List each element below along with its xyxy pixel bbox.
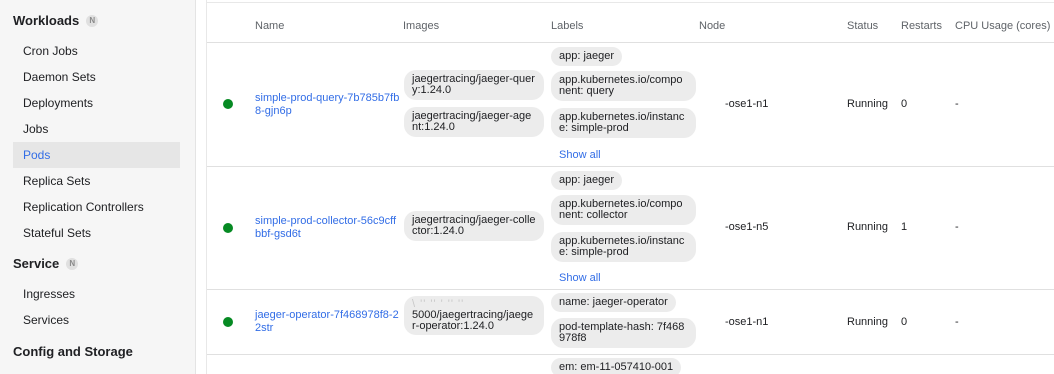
column-header-name[interactable]: Name [255,20,284,32]
sidebar-item-ingresses[interactable]: Ingresses [13,281,180,307]
sidebar-section-workloads-title: Workloads [13,13,80,28]
sidebar-section-config-and-storage[interactable]: Config and Storage [13,344,133,359]
show-all-labels-link[interactable]: Show all [559,149,601,161]
label-chip: app.kubernetes.io/instance: simple-prod [551,108,696,138]
pods-table: Name Images Labels Node Status Restarts … [206,0,1054,374]
image-chip: jaegertracing/jaeger-collector:1.24.0 [404,211,544,241]
image-name: 5000/jaegertracing/jaeger-operator:1.24.… [412,309,534,332]
sidebar-section-config-title: Config and Storage [13,344,133,359]
column-header-labels: Labels [551,20,584,32]
image-chip: \ '' '' ' '' '' 5000/jaegertracing/jaege… [404,296,544,335]
label-chip: pod-template-hash: 7f468978f8 [551,318,696,348]
label-chip: name: jaeger-operator [551,293,676,312]
sidebar-item-services[interactable]: Services [13,307,180,333]
column-header-status[interactable]: Status [847,20,878,32]
cpu-usage: - [955,221,959,233]
sidebar-section-workloads[interactable]: Workloads N [13,13,99,28]
label-chip: app.kubernetes.io/instance: simple-prod [551,232,696,262]
sidebar-section-service[interactable]: Service N [13,256,79,271]
status-running-icon [223,317,233,327]
status-text: Running [847,98,888,110]
sidebar-item-cron-jobs[interactable]: Cron Jobs [13,38,180,64]
pod-name-link[interactable]: simple-prod-collector-56c9cffbbf-gsd6t [255,215,400,241]
row-divider [207,354,1054,355]
restarts-count: 0 [901,316,908,328]
status-text: Running [847,221,888,233]
node-name[interactable]: -ose1-n5 [725,221,768,233]
sidebar-item-deployments[interactable]: Deployments [13,90,180,116]
column-header-cpu-usage[interactable]: CPU Usage (cores) [955,20,1050,32]
sidebar-section-service-title: Service [13,256,60,271]
node-name[interactable]: -ose1-n1 [725,98,768,110]
label-chip: app: jaeger [551,171,623,190]
new-badge: N [66,257,79,270]
row-divider [207,166,1054,167]
sidebar-item-daemon-sets[interactable]: Daemon Sets [13,64,180,90]
show-all-labels-link[interactable]: Show all [559,272,601,284]
sidebar-item-stateful-sets[interactable]: Stateful Sets [13,220,180,246]
image-chip: jaegertracing/jaeger-query:1.24.0 [404,70,544,100]
label-chip: em: em-11-057410-001 [551,358,682,374]
label-chip: app: jaeger [551,47,623,66]
node-name[interactable]: -ose1-n1 [725,316,768,328]
image-chip: jaegertracing/jaeger-agent:1.24.0 [404,107,544,137]
sidebar-nav: Workloads N Cron Jobs Daemon Sets Deploy… [0,0,196,374]
sidebar-item-replication-controllers[interactable]: Replication Controllers [13,194,180,220]
row-divider [207,42,1054,43]
sidebar-item-replica-sets[interactable]: Replica Sets [13,168,180,194]
cpu-usage: - [955,98,959,110]
table-top-border [207,2,1054,3]
pod-name-link[interactable]: jaeger-operator-7f468978f8-22str [255,309,400,335]
label-chip: app.kubernetes.io/component: query [551,71,696,101]
cpu-usage: - [955,316,959,328]
restarts-count: 1 [901,221,908,233]
column-header-images: Images [403,20,440,32]
status-running-icon [223,223,233,233]
row-divider [207,289,1054,290]
sidebar-item-pods[interactable]: Pods [13,142,180,168]
restarts-count: 0 [901,98,908,110]
status-text: Running [847,316,888,328]
new-badge: N [86,14,99,27]
label-chip: app.kubernetes.io/component: collector [551,195,696,225]
status-running-icon [223,99,233,109]
column-header-restarts[interactable]: Restarts [901,20,942,32]
dashboard-root: Workloads N Cron Jobs Daemon Sets Deploy… [0,0,1054,374]
sidebar-item-jobs[interactable]: Jobs [13,116,180,142]
column-header-node[interactable]: Node [699,20,725,32]
pod-name-link[interactable]: simple-prod-query-7b785b7fb8-gjn6p [255,92,400,118]
